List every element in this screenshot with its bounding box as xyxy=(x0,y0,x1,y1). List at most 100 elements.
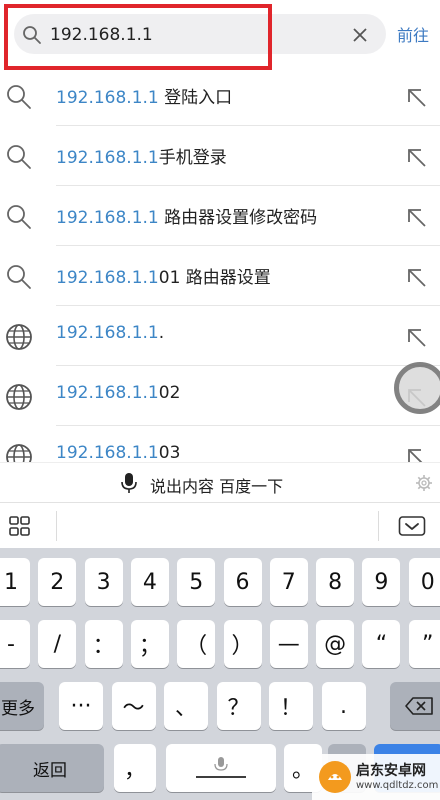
symbol-key[interactable]: ··· xyxy=(59,682,103,730)
digit-key[interactable]: 5 xyxy=(177,558,216,606)
globe-icon xyxy=(6,384,32,410)
suggestion-item[interactable]: 192.168.1.1. xyxy=(0,306,440,366)
digit-key[interactable]: 0 xyxy=(408,558,440,606)
go-button[interactable]: 前往 xyxy=(397,22,429,46)
key-label: 8 xyxy=(328,569,343,595)
suggestion-text: 192.168.1.101 路由器设置 xyxy=(56,263,271,288)
symbol-key[interactable]: ？ xyxy=(216,682,261,730)
clear-icon[interactable] xyxy=(350,25,370,45)
key-label: 0 xyxy=(420,569,435,595)
symbol-key[interactable]: ” xyxy=(408,620,440,668)
return-key[interactable]: 返回 xyxy=(0,744,104,792)
key-label: 2 xyxy=(50,569,65,595)
symbol-key[interactable]: . xyxy=(321,682,366,730)
globe-icon xyxy=(6,444,32,462)
key-label: 3 xyxy=(96,569,111,595)
key-label: ” xyxy=(421,631,434,657)
suggestion-query: 192.168.1.1 xyxy=(56,443,159,462)
digit-key[interactable]: 8 xyxy=(316,558,355,606)
fill-arrow-icon[interactable] xyxy=(404,205,430,231)
symbol-key[interactable]: （ xyxy=(177,620,216,668)
suggestion-completion: . xyxy=(158,323,165,343)
symbol-key[interactable]: ： xyxy=(84,620,123,668)
symbol-key[interactable]: — xyxy=(269,620,308,668)
suggestion-item[interactable]: 192.168.1.101 路由器设置 xyxy=(0,246,440,306)
digit-key[interactable]: 2 xyxy=(38,558,77,606)
digit-key[interactable]: 4 xyxy=(130,558,169,606)
key-label: . xyxy=(340,693,347,719)
symbol-key[interactable]: 、 xyxy=(164,682,208,730)
digit-key[interactable]: 3 xyxy=(84,558,123,606)
suggestion-query: 192.168.1.1 xyxy=(56,88,159,108)
fill-arrow-icon[interactable] xyxy=(404,265,430,291)
backspace-key[interactable] xyxy=(390,682,440,730)
key-label: ； xyxy=(138,634,161,659)
space-key[interactable] xyxy=(166,744,276,792)
digit-key[interactable]: 1 xyxy=(0,558,30,606)
key-label: “ xyxy=(375,631,388,657)
suggestion-query: 192.168.1.1 xyxy=(56,268,159,288)
gear-icon[interactable] xyxy=(415,474,433,492)
brand-logo-icon xyxy=(319,761,351,793)
symbol-key[interactable]: ； xyxy=(130,620,169,668)
symbol-key[interactable]: - xyxy=(0,620,30,668)
suggestion-text: 192.168.1.1 路由器设置修改密码 xyxy=(56,203,317,228)
key-label: ··· xyxy=(70,693,92,719)
key-label: ， xyxy=(123,758,146,783)
suggestion-query: 192.168.1.1 xyxy=(56,208,159,228)
search-icon xyxy=(7,145,31,169)
key-label: 5 xyxy=(189,569,204,595)
symbol-key[interactable]: @ xyxy=(316,620,355,668)
search-icon xyxy=(7,265,31,289)
suggestion-text: 192.168.1.1 登陆入口 xyxy=(56,83,232,108)
highlight-annotation xyxy=(4,4,272,70)
fill-arrow-icon[interactable] xyxy=(404,85,430,111)
suggestion-completion: 手机登录 xyxy=(158,148,227,168)
suggestion-text: 192.168.1.103 xyxy=(56,443,180,462)
suggestion-item[interactable]: 192.168.1.102 xyxy=(0,366,440,426)
symbol-key[interactable]: “ xyxy=(362,620,401,668)
key-label: ） xyxy=(231,634,254,659)
keyboard-hide-icon[interactable] xyxy=(398,514,426,538)
watermark-url: www.qdltdz.com xyxy=(356,780,439,791)
fill-arrow-icon[interactable] xyxy=(404,325,430,351)
suggestion-item[interactable]: 192.168.1.1 登陆入口 xyxy=(0,66,440,126)
more-symbols-key[interactable]: 更多 xyxy=(0,682,44,730)
suggestion-completion: 03 xyxy=(158,443,181,462)
suggestion-completion: 02 xyxy=(158,383,181,403)
digit-key[interactable]: 9 xyxy=(362,558,401,606)
key-label: 1 xyxy=(4,569,18,595)
symbol-key[interactable]: ！ xyxy=(269,682,313,730)
microphone-icon xyxy=(121,473,137,493)
suggestion-item[interactable]: 192.168.1.1 路由器设置修改密码 xyxy=(0,186,440,246)
key-label: ～ xyxy=(122,696,145,721)
symbol-key[interactable]: / xyxy=(38,620,77,668)
suggestion-text: 192.168.1.102 xyxy=(56,383,180,403)
suggestion-item[interactable]: 192.168.1.103 xyxy=(0,426,440,462)
symbol-key[interactable]: ） xyxy=(223,620,262,668)
fill-arrow-icon[interactable] xyxy=(404,145,430,171)
suggestion-query: 192.168.1.1 xyxy=(56,148,159,168)
keyboard-toolbar xyxy=(0,502,440,548)
watermark-name: 启东安卓网 xyxy=(356,763,426,779)
suggestion-text: 192.168.1.1. xyxy=(56,323,164,343)
suggestion-query: 192.168.1.1 xyxy=(56,323,159,343)
comma-key[interactable]: ， xyxy=(114,744,156,792)
key-label: ！ xyxy=(279,696,302,721)
suggestion-item[interactable]: 192.168.1.1手机登录 xyxy=(0,126,440,186)
digit-key[interactable]: 7 xyxy=(269,558,308,606)
floating-assistive-button[interactable] xyxy=(394,362,440,414)
voice-search-bar[interactable]: 说出内容 百度一下 xyxy=(0,462,440,502)
key-label: 4 xyxy=(142,569,157,595)
suggestion-list: 192.168.1.1 登陆入口 192.168.1.1手机登录 192.168.1… xyxy=(0,66,440,462)
voice-search-label: 说出内容 百度一下 xyxy=(150,477,284,496)
key-label: - xyxy=(7,631,15,657)
toolbar-divider xyxy=(56,511,57,541)
digit-key[interactable]: 6 xyxy=(223,558,262,606)
fill-arrow-icon[interactable] xyxy=(404,445,430,462)
key-label: — xyxy=(277,631,300,657)
grid-icon[interactable] xyxy=(8,514,32,538)
suggestion-completion: 01 路由器设置 xyxy=(158,268,271,288)
symbol-key[interactable]: ～ xyxy=(111,682,156,730)
key-label: ？ xyxy=(227,696,250,721)
